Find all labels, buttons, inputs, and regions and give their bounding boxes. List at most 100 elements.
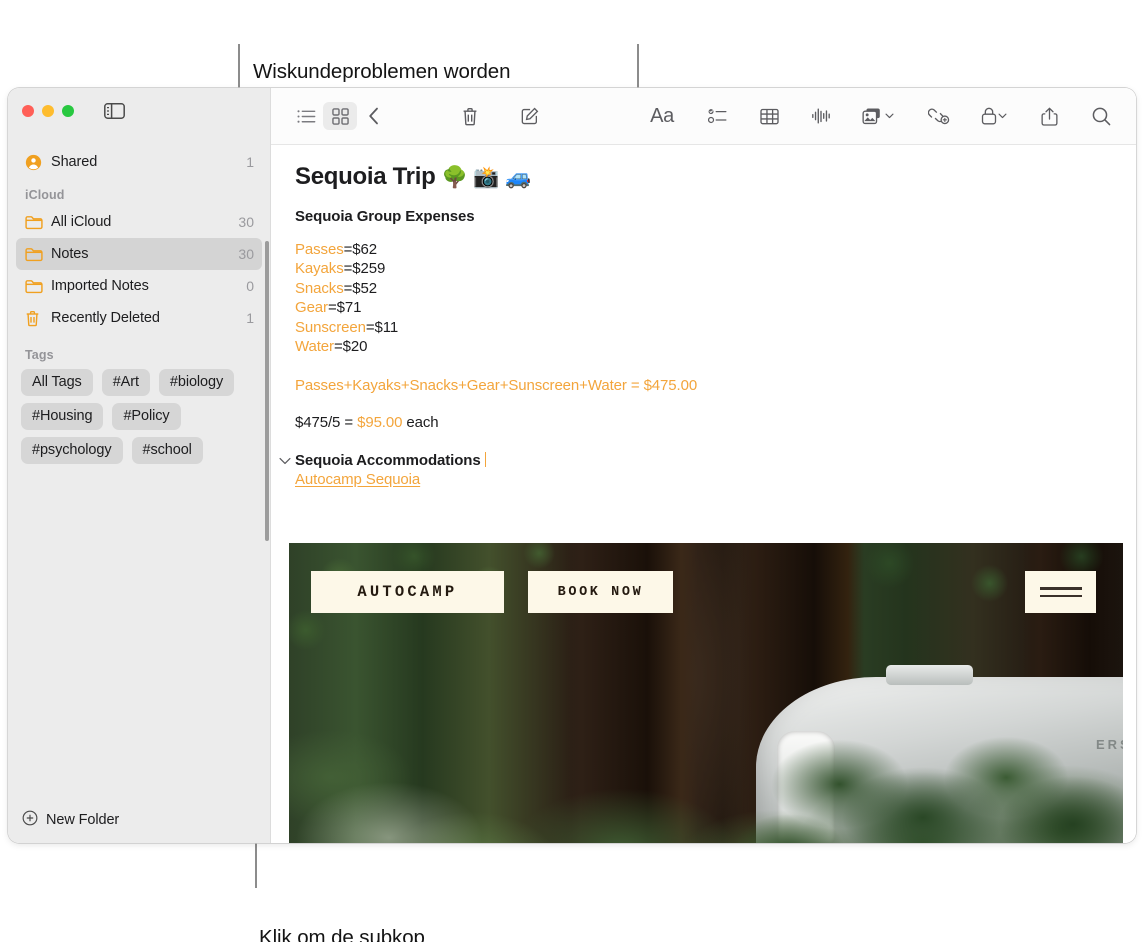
sidebar-item-label: All iCloud bbox=[46, 214, 238, 230]
sidebar-item-count: 1 bbox=[246, 154, 254, 170]
search-button[interactable] bbox=[1084, 102, 1118, 130]
lock-button[interactable] bbox=[974, 102, 1014, 130]
note-editor[interactable]: Sequoia Trip 🌳 📸 🚙 Sequoia Group Expense… bbox=[271, 145, 1136, 843]
hamburger-menu-icon[interactable] bbox=[1025, 571, 1096, 613]
sidebar-item-recently-deleted[interactable]: Recently Deleted 1 bbox=[16, 302, 262, 334]
car-emoji: 🚙 bbox=[505, 167, 531, 188]
hamburger-bars bbox=[1040, 587, 1083, 597]
accommodations-heading-row: Sequoia Accommodations bbox=[271, 452, 1136, 469]
note-subheading: Sequoia Group Expenses bbox=[271, 208, 1136, 225]
sidebar-item-imported-notes[interactable]: Imported Notes 0 bbox=[16, 270, 262, 302]
toolbar: Aa bbox=[271, 88, 1136, 145]
expense-row: Water=$20 bbox=[295, 337, 1136, 356]
new-folder-label: New Folder bbox=[46, 812, 119, 828]
tree-emoji: 🌳 bbox=[441, 167, 467, 188]
sidebar-item-count: 0 bbox=[246, 278, 254, 294]
tag-housing[interactable]: #Housing bbox=[21, 403, 103, 430]
format-text-icon: Aa bbox=[650, 105, 674, 128]
division-prefix: $475/5 = bbox=[295, 414, 357, 431]
expense-value: =$62 bbox=[344, 241, 377, 258]
expense-token: Gear bbox=[295, 299, 328, 316]
sidebar-item-all-icloud[interactable]: All iCloud 30 bbox=[16, 206, 262, 238]
book-now-button[interactable]: BOOK NOW bbox=[528, 571, 674, 613]
tag-psychology[interactable]: #psychology bbox=[21, 437, 123, 464]
note-title-text: Sequoia Trip bbox=[295, 163, 435, 191]
expense-value: =$259 bbox=[344, 260, 386, 277]
new-folder-button[interactable]: New Folder bbox=[8, 797, 270, 843]
sidebar-scrollbar[interactable] bbox=[265, 241, 269, 541]
expense-row: Sunscreen=$11 bbox=[295, 318, 1136, 337]
sidebar-item-count: 30 bbox=[238, 214, 254, 230]
division-value: $95.00 bbox=[357, 414, 402, 431]
tag-school[interactable]: #school bbox=[132, 437, 203, 464]
audio-record-button[interactable] bbox=[804, 102, 838, 130]
tag-art[interactable]: #Art bbox=[102, 369, 150, 396]
trash-icon bbox=[25, 310, 46, 327]
expense-token: Sunscreen bbox=[295, 319, 366, 336]
sidebar-item-count: 1 bbox=[246, 310, 254, 326]
autocamp-photo[interactable]: ERSTR AUTOCAMP BOOK NOW bbox=[289, 543, 1123, 843]
collapse-callout-text: Klik om de subkop in te klappen. bbox=[259, 868, 425, 942]
shared-person-icon bbox=[25, 154, 46, 171]
gallery-view-button[interactable] bbox=[323, 102, 357, 130]
table-button[interactable] bbox=[752, 102, 786, 130]
division-suffix: each bbox=[402, 414, 438, 431]
autocamp-link[interactable]: Autocamp Sequoia bbox=[271, 471, 420, 488]
sidebar-group-icloud: iCloud bbox=[8, 178, 270, 206]
expense-token: Kayaks bbox=[295, 260, 344, 277]
window-controls bbox=[8, 88, 270, 133]
sidebar-group-tags: Tags bbox=[8, 334, 270, 366]
expense-value: =$71 bbox=[328, 299, 361, 316]
add-people-button[interactable] bbox=[922, 102, 956, 130]
expense-value: =$20 bbox=[334, 338, 367, 355]
folder-icon bbox=[25, 247, 46, 262]
math-callout-line1: Wiskundeproblemen worden bbox=[253, 58, 510, 86]
minimize-button[interactable] bbox=[42, 105, 54, 117]
media-button[interactable] bbox=[856, 102, 900, 130]
sidebar-item-label: Imported Notes bbox=[46, 278, 246, 294]
back-chevron-button[interactable] bbox=[357, 102, 391, 130]
accommodations-heading-text: Sequoia Accommodations bbox=[295, 452, 481, 469]
tag-policy[interactable]: #Policy bbox=[112, 403, 180, 430]
sidebar-item-shared[interactable]: Shared 1 bbox=[16, 146, 262, 178]
autocamp-logo-badge[interactable]: AUTOCAMP bbox=[311, 571, 504, 613]
notes-app-window: Shared 1 iCloud All iCloud 30 bbox=[8, 88, 1136, 843]
collapse-callout-line1: Klik om de subkop bbox=[259, 924, 425, 942]
expense-list: Passes=$62 Kayaks=$259 Snacks=$52 Gear=$… bbox=[271, 240, 1136, 356]
expense-row: Gear=$71 bbox=[295, 298, 1136, 317]
tag-list: All Tags #Art #biology #Housing #Policy … bbox=[8, 366, 270, 464]
accommodations-heading: Sequoia Accommodations bbox=[295, 452, 486, 469]
expense-row: Snacks=$52 bbox=[295, 279, 1136, 298]
expense-token: Passes bbox=[295, 241, 344, 258]
zoom-button[interactable] bbox=[62, 105, 74, 117]
main-pane: Aa bbox=[270, 88, 1136, 843]
expense-division-line: $475/5 = $95.00 each bbox=[271, 414, 1136, 431]
sidebar-item-label: Shared bbox=[46, 154, 246, 170]
expense-value: =$52 bbox=[344, 280, 377, 297]
plus-circle-icon bbox=[22, 810, 38, 830]
chevron-down-icon bbox=[885, 113, 894, 119]
delete-note-button[interactable] bbox=[453, 102, 487, 130]
checklist-button[interactable] bbox=[700, 102, 734, 130]
share-button[interactable] bbox=[1032, 102, 1066, 130]
sidebar-toggle-icon[interactable] bbox=[104, 103, 125, 119]
tag-biology[interactable]: #biology bbox=[159, 369, 234, 396]
chevron-down-icon bbox=[998, 113, 1007, 119]
camera-emoji: 📸 bbox=[473, 167, 499, 188]
close-button[interactable] bbox=[22, 105, 34, 117]
folder-icon bbox=[25, 279, 46, 294]
sidebar-item-label: Notes bbox=[46, 246, 238, 262]
chevron-down-icon[interactable] bbox=[279, 457, 295, 465]
sidebar: Shared 1 iCloud All iCloud 30 bbox=[8, 88, 270, 843]
expense-token: Water bbox=[295, 338, 334, 355]
tag-all-tags[interactable]: All Tags bbox=[21, 369, 93, 396]
expense-row: Kayaks=$259 bbox=[295, 259, 1136, 278]
sidebar-scroll-area: Shared 1 iCloud All iCloud 30 bbox=[8, 133, 270, 797]
folder-icon bbox=[25, 215, 46, 230]
expense-value: =$11 bbox=[366, 319, 398, 336]
compose-note-button[interactable] bbox=[513, 102, 547, 130]
sidebar-item-notes[interactable]: Notes 30 bbox=[16, 238, 262, 270]
text-cursor bbox=[485, 452, 487, 467]
format-text-button[interactable]: Aa bbox=[642, 102, 682, 130]
list-view-button[interactable] bbox=[289, 102, 323, 130]
